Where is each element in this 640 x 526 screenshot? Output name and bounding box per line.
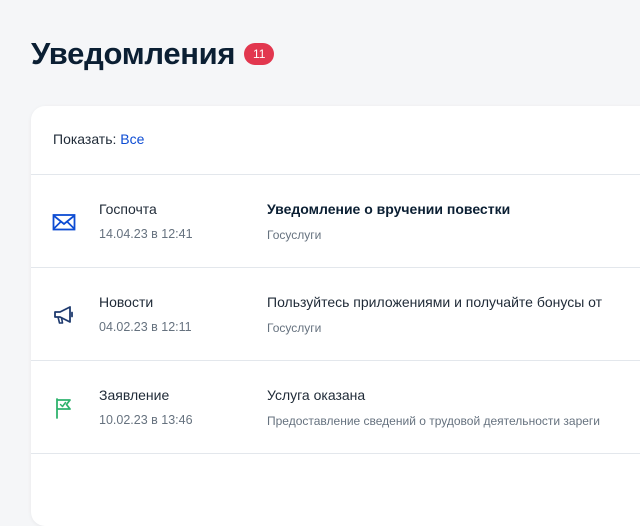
- notification-source: Госуслуги: [267, 228, 322, 242]
- page-header: Уведомления 11: [31, 36, 275, 72]
- notification-row[interactable]: Госпочта 14.04.23 в 12:41 Уведомление о …: [31, 175, 640, 267]
- envelope-icon: [51, 209, 77, 235]
- notification-source: Предоставление сведений о трудовой деяте…: [267, 414, 600, 428]
- notification-category: Заявление: [99, 387, 170, 403]
- notification-source: Госуслуги: [267, 321, 322, 335]
- notification-title: Уведомление о вручении повестки: [267, 201, 511, 217]
- filter: Показать: Все: [53, 131, 144, 147]
- filter-label: Показать:: [53, 131, 117, 147]
- filter-value-dropdown[interactable]: Все: [120, 131, 144, 147]
- notification-title: Услуга оказана: [267, 387, 366, 403]
- page-title: Уведомления: [31, 36, 236, 71]
- flag-icon: [51, 395, 77, 421]
- megaphone-icon: [51, 302, 77, 328]
- notifications-panel: Показать: Все Госпочта 14.04.23 в 12:41 …: [31, 106, 640, 526]
- notification-title: Пользуйтесь приложениями и получайте бон…: [267, 294, 603, 310]
- notification-category: Госпочта: [99, 201, 157, 217]
- notification-date: 10.02.23 в 13:46: [99, 413, 193, 427]
- divider: [31, 453, 640, 454]
- notification-date: 14.04.23 в 12:41: [99, 227, 193, 241]
- notification-date: 04.02.23 в 12:11: [99, 320, 192, 334]
- notification-category: Новости: [99, 294, 154, 310]
- notification-count-badge: 11: [244, 43, 275, 65]
- notification-row[interactable]: Новости 04.02.23 в 12:11 Пользуйтесь при…: [31, 268, 640, 360]
- notification-row[interactable]: Заявление 10.02.23 в 13:46 Услуга оказан…: [31, 361, 640, 453]
